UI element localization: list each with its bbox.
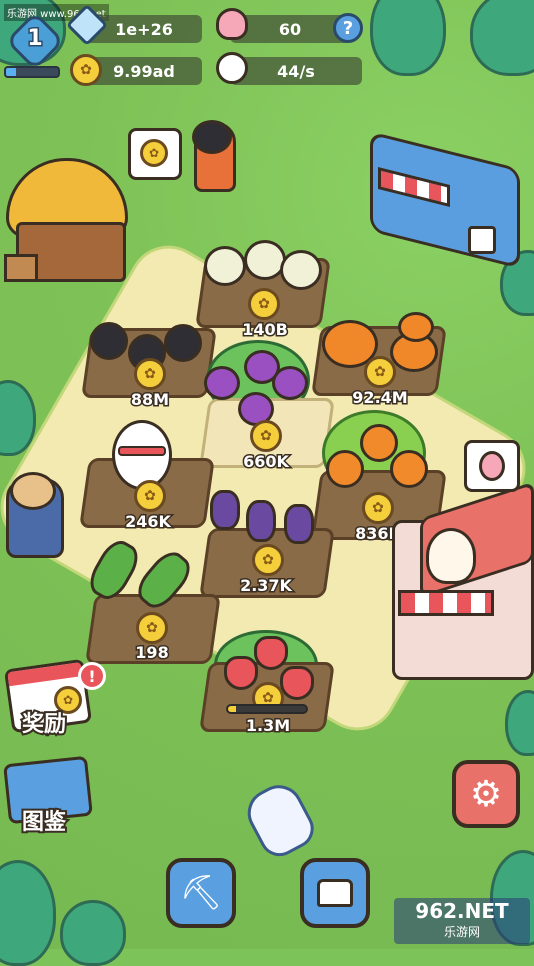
orange-icon <box>326 450 364 488</box>
xp-bar-fill <box>6 68 17 76</box>
radish-icon <box>204 246 246 286</box>
coin-icon: ✿ <box>364 356 396 388</box>
strawberry-icon <box>224 656 258 690</box>
plot-value: 246K <box>124 511 173 533</box>
coin-icon: ✿ <box>250 420 282 452</box>
rate-value: 44/s <box>277 61 315 81</box>
plot-value: 198 <box>134 642 170 664</box>
gear-icon: ⚙ <box>469 773 503 815</box>
coins-counter: 9.99ad <box>86 57 202 85</box>
farmer-head <box>192 120 232 154</box>
level-number: 1 <box>26 25 44 53</box>
icecream-counter: 60 <box>230 15 350 43</box>
icecream-speech-bubble[interactable] <box>464 440 520 492</box>
rate-counter: 44/s <box>230 57 362 85</box>
shovel-icon: ⛏ <box>179 873 223 913</box>
strawberry-icon <box>254 636 288 670</box>
coin-icon: ✿ <box>248 288 280 320</box>
eggplant-icon <box>210 490 240 530</box>
coin-icon: ✿ <box>134 358 166 390</box>
coin-icon: ✿ <box>70 54 102 86</box>
miner-head <box>10 472 56 510</box>
rewards-label[interactable]: 奖励 <box>20 706 68 739</box>
rewards-badge: ! <box>78 662 106 690</box>
watermark-logo-main: 962.NET <box>415 899 509 923</box>
treasure-chest-button[interactable] <box>300 858 370 928</box>
collection-label[interactable]: 图鉴 <box>20 804 68 837</box>
help-symbol: ? <box>342 17 354 39</box>
coin-speech-bubble[interactable]: ✿ <box>128 128 182 180</box>
watermark-logo-sub: 乐游网 <box>443 925 480 939</box>
coin-icon: ✿ <box>362 492 394 524</box>
plot-value: 660K <box>242 451 291 473</box>
icecream-icon <box>479 451 505 481</box>
tree-bottom-left2 <box>60 900 126 966</box>
coal-icon <box>164 324 202 362</box>
plot-value: 140B <box>241 319 290 341</box>
truck-sign <box>468 226 496 254</box>
radish-icon <box>280 250 322 290</box>
growth-progress-fill <box>228 706 236 712</box>
coin-icon: ✿ <box>134 480 166 512</box>
plot-value: 88M <box>129 389 170 411</box>
settings-button[interactable]: ⚙ <box>452 760 520 828</box>
icecream-mascot <box>426 528 476 584</box>
plot-value: 1.3M <box>244 715 291 737</box>
gems-value: 1e+26 <box>115 19 173 39</box>
plot-value: 2.37K <box>239 575 294 597</box>
pumpkin-icon <box>398 312 434 342</box>
coin-icon: ✿ <box>252 544 284 576</box>
crate <box>4 254 38 282</box>
xp-bar <box>4 66 60 78</box>
mangosteen-icon <box>204 366 240 400</box>
strawberry-icon <box>280 666 314 700</box>
tree-top-center <box>370 0 446 76</box>
plot-value: 92.4M <box>351 387 409 409</box>
orange-icon <box>390 450 428 488</box>
icecream-icon <box>216 8 248 40</box>
eggplant-icon <box>246 500 276 542</box>
help-button[interactable]: ? <box>333 13 363 43</box>
coins-value: 9.99ad <box>113 61 175 81</box>
snowman-scarf <box>118 446 166 456</box>
shovel-button[interactable]: ⛏ <box>166 858 236 928</box>
rewards-badge-text: ! <box>88 666 96 686</box>
watermark-logo: 962.NET 乐游网 <box>394 898 530 944</box>
growth-progress-bar <box>226 704 308 714</box>
coin-icon: ✿ <box>136 612 168 644</box>
treasure-chest-icon <box>317 879 353 907</box>
coal-icon <box>90 322 128 360</box>
stopwatch-icon <box>216 52 248 84</box>
shop-awning <box>398 590 494 616</box>
eggplant-icon <box>284 504 314 544</box>
orange-icon <box>360 424 398 462</box>
icecream-value: 60 <box>278 19 302 39</box>
mangosteen-icon <box>272 366 308 400</box>
coin-icon: ✿ <box>140 139 168 167</box>
